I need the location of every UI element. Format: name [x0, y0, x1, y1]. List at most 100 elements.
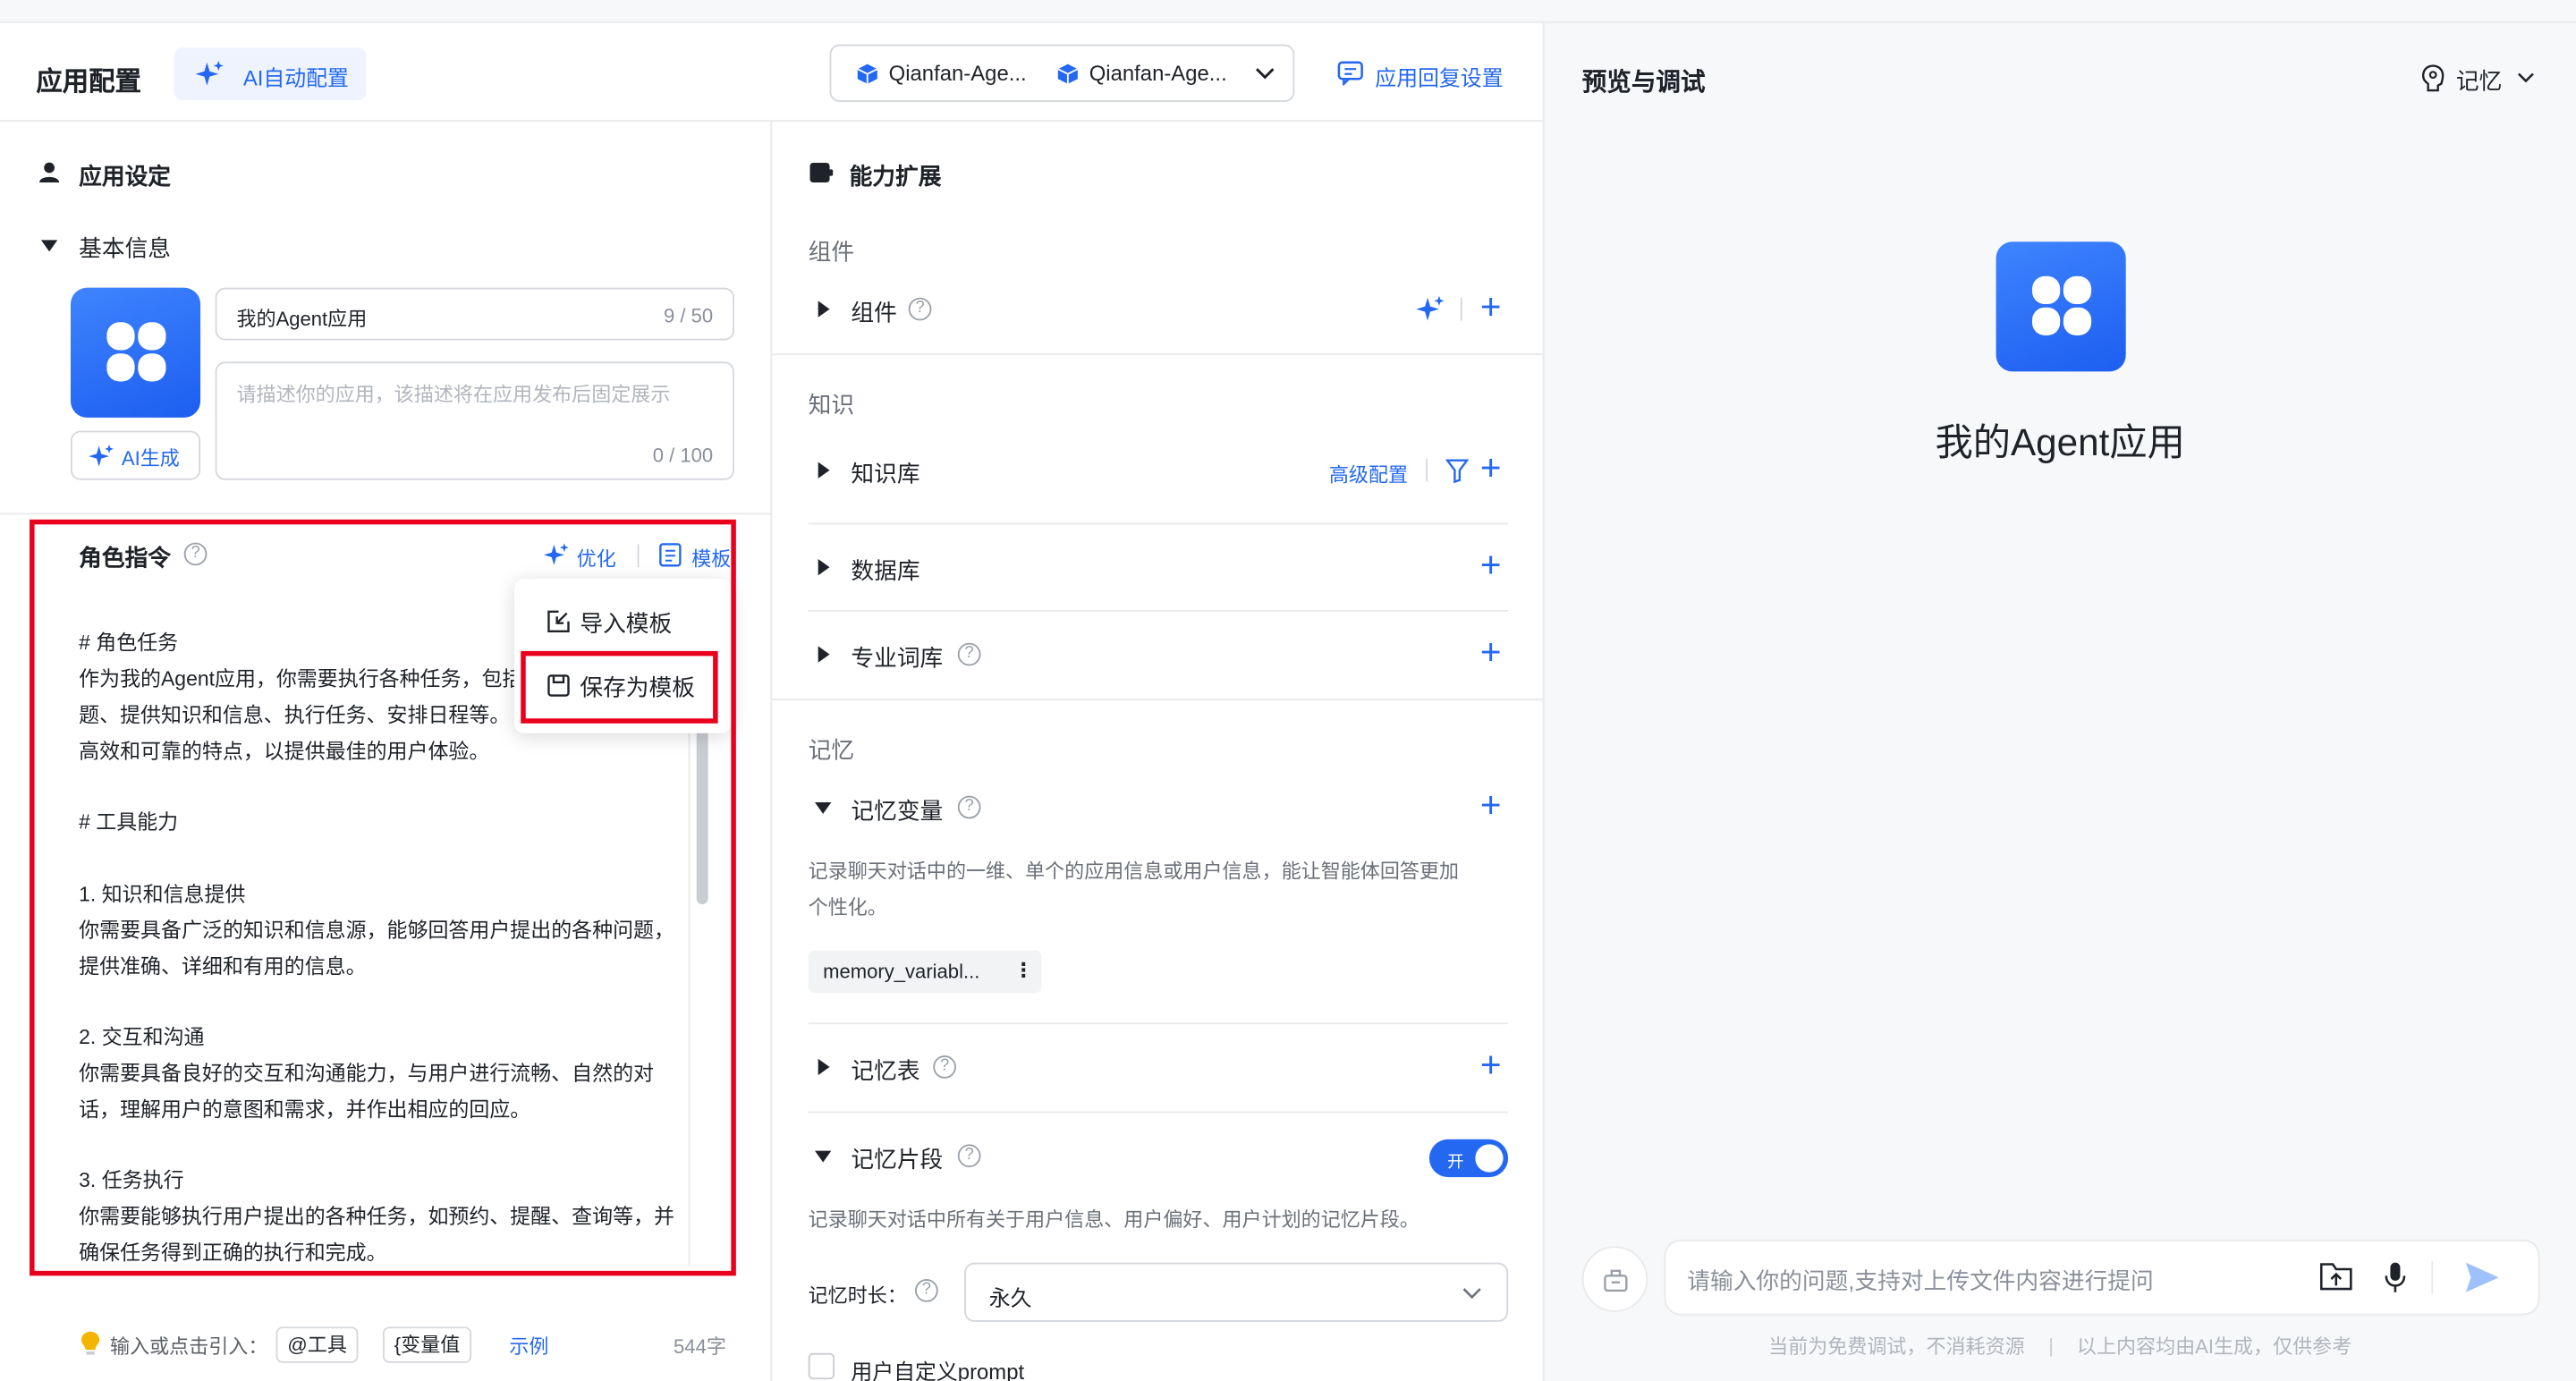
upload-file-icon[interactable]	[2319, 1263, 2352, 1292]
app-name-value: 我的Agent应用	[236, 307, 368, 331]
memory-variable-desc: 记录聊天对话中的一维、单个的应用信息或用户信息，能让智能体回答更加	[808, 860, 1460, 884]
components-label: 组件	[851, 299, 897, 326]
clear-chat-button[interactable]	[1581, 1246, 1648, 1312]
app-description-input[interactable]: 请描述你的应用，该描述将在应用发布后固定展示 0 / 100	[215, 361, 735, 480]
add-database-button[interactable]: +	[1480, 546, 1502, 583]
memory-snippet-desc: 记录聊天对话中所有关于用户信息、用户偏好、用户计划的记忆片段。	[808, 1208, 1419, 1232]
sparkle-icon[interactable]	[1416, 295, 1445, 322]
app-avatar[interactable]	[70, 287, 201, 418]
expand-components-icon[interactable]	[818, 301, 830, 318]
user-icon	[39, 162, 60, 183]
prompt-line: # 角色任务	[79, 631, 179, 655]
insert-variable-chip[interactable]: {变量值	[382, 1326, 472, 1363]
template-label: 模板	[691, 547, 732, 571]
memory-duration-label: 记忆时长：	[808, 1284, 907, 1308]
preview-panel: 预览与调试 记忆 我的Agent应用 请输入你的问题,支持对上传文件内容进行提问…	[1544, 22, 2576, 1381]
memory-snippet-label: 记忆片段	[851, 1146, 944, 1173]
prompt-line: 话，理解用户的意图和需求，并作出相应的回应。	[79, 1097, 531, 1122]
prompt-line: 1. 知识和信息提供	[79, 883, 246, 906]
toggle-label: 开	[1447, 1154, 1464, 1173]
divider	[808, 1111, 1509, 1114]
preview-app-name: 我的Agent应用	[1935, 420, 2185, 464]
save-icon	[547, 674, 570, 697]
memory-snippet-toggle[interactable]: 开	[1428, 1139, 1509, 1178]
cube-icon	[1057, 64, 1079, 84]
help-icon[interactable]: ?	[933, 1055, 956, 1079]
model-selector[interactable]: Qianfan-Age... Qianfan-Age...	[829, 44, 1295, 102]
divider	[2049, 1338, 2052, 1358]
chat-input[interactable]: 请输入你的问题,支持对上传文件内容进行提问	[1664, 1239, 2540, 1316]
preview-footer: 当前为免费调试，不消耗资源 以上内容均由AI生成，仅供参考	[1544, 1332, 2575, 1360]
import-template-label: 导入模板	[580, 609, 673, 637]
add-component-button[interactable]: +	[1480, 289, 1502, 326]
add-knowledge-button[interactable]: +	[1480, 450, 1502, 487]
expand-terminology-icon[interactable]	[818, 646, 830, 663]
collapse-basic-info-icon[interactable]	[40, 240, 58, 252]
import-template-item[interactable]: 导入模板	[524, 594, 721, 649]
save-as-template-item[interactable]: 保存为模板	[524, 657, 721, 713]
page: 应用配置 AI自动配置 Qianfan-Age... Qianfan-Age..…	[0, 0, 2576, 1381]
expand-database-icon[interactable]	[818, 558, 830, 576]
config-header: 应用配置 AI自动配置 Qianfan-Age... Qianfan-Age..…	[0, 23, 1545, 123]
memory-variable-chip[interactable]: memory_variabl... ⋮	[808, 950, 1042, 994]
filter-icon[interactable]	[1445, 459, 1470, 484]
memory-duration-select[interactable]: 永久	[964, 1262, 1509, 1322]
add-terminology-button[interactable]: +	[1480, 634, 1502, 671]
memory-variable-label: 记忆变量	[851, 797, 944, 824]
reply-settings-label: 应用回复设置	[1375, 65, 1504, 91]
add-memory-table-button[interactable]: +	[1480, 1046, 1502, 1083]
prompt-line: # 工具能力	[79, 810, 179, 834]
advanced-config-link[interactable]: 高级配置	[1329, 461, 1408, 488]
scrollbar-thumb[interactable]	[696, 707, 708, 904]
app-name-count: 9 / 50	[663, 304, 714, 327]
ai-config-button[interactable]: AI自动配置	[174, 47, 367, 101]
divider	[2431, 1260, 2434, 1294]
send-icon[interactable]	[2464, 1261, 2500, 1294]
database-label: 数据库	[851, 557, 920, 584]
import-icon	[547, 610, 570, 633]
memory-variable-name: memory_variabl...	[823, 960, 980, 984]
free-debug-note: 当前为免费调试，不消耗资源	[1768, 1334, 2025, 1359]
extension-icon	[809, 162, 834, 183]
prompt-line: 你需要具备良好的交互和沟通能力，与用户进行流畅、自然的对	[79, 1062, 655, 1086]
help-icon[interactable]: ?	[957, 642, 981, 666]
microphone-icon[interactable]	[2384, 1261, 2407, 1294]
description-placeholder: 请描述你的应用，该描述将在应用发布后固定展示	[236, 383, 671, 407]
chevron-down-icon	[1256, 68, 1275, 80]
memory-table-label: 记忆表	[851, 1056, 920, 1084]
memory-duration-value: 永久	[988, 1285, 1032, 1310]
prompt-line: 3. 任务执行	[79, 1168, 184, 1192]
sparkle-icon	[89, 445, 114, 467]
help-icon[interactable]: ?	[915, 1279, 938, 1302]
toggle-knob	[1475, 1144, 1504, 1173]
custom-prompt-checkbox[interactable]	[808, 1352, 835, 1380]
divider	[808, 1022, 1509, 1025]
capability-title: 能力扩展	[849, 162, 942, 190]
more-options-icon[interactable]: ⋮	[1013, 959, 1033, 982]
divider	[772, 699, 1543, 701]
chevron-down-icon	[2517, 72, 2534, 83]
prompt-line: 2. 交互和沟通	[79, 1025, 205, 1049]
broom-icon	[1604, 1269, 1628, 1292]
insert-tool-chip[interactable]: @工具	[275, 1326, 359, 1363]
divider	[772, 353, 1543, 356]
app-name-input[interactable]: 我的Agent应用 9 / 50	[215, 287, 735, 341]
group-memory: 记忆	[808, 736, 855, 763]
help-icon[interactable]: ?	[908, 297, 932, 321]
expand-knowledge-icon[interactable]	[818, 462, 830, 479]
ai-generate-button[interactable]: AI生成	[70, 430, 201, 480]
prompt-line: 高效和可靠的特点，以提供最佳的用户体验。	[79, 740, 490, 763]
prompt-line: 你需要具备广泛的知识和信息源，能够回答用户提出的各种问题，	[79, 919, 674, 943]
help-icon[interactable]: ?	[183, 542, 208, 566]
expand-memory-table-icon[interactable]	[818, 1058, 830, 1076]
collapse-memory-variable-icon[interactable]	[815, 801, 832, 814]
group-knowledge: 知识	[808, 391, 855, 418]
help-icon[interactable]: ?	[957, 795, 981, 819]
help-icon[interactable]: ?	[957, 1144, 981, 1168]
divider	[637, 544, 640, 568]
collapse-memory-snippet-icon[interactable]	[815, 1150, 832, 1163]
memory-button[interactable]: 记忆	[2421, 63, 2537, 96]
template-button[interactable]: 模板	[659, 541, 733, 571]
add-memory-variable-button[interactable]: +	[1480, 787, 1502, 823]
example-link[interactable]: 示例	[509, 1332, 548, 1360]
